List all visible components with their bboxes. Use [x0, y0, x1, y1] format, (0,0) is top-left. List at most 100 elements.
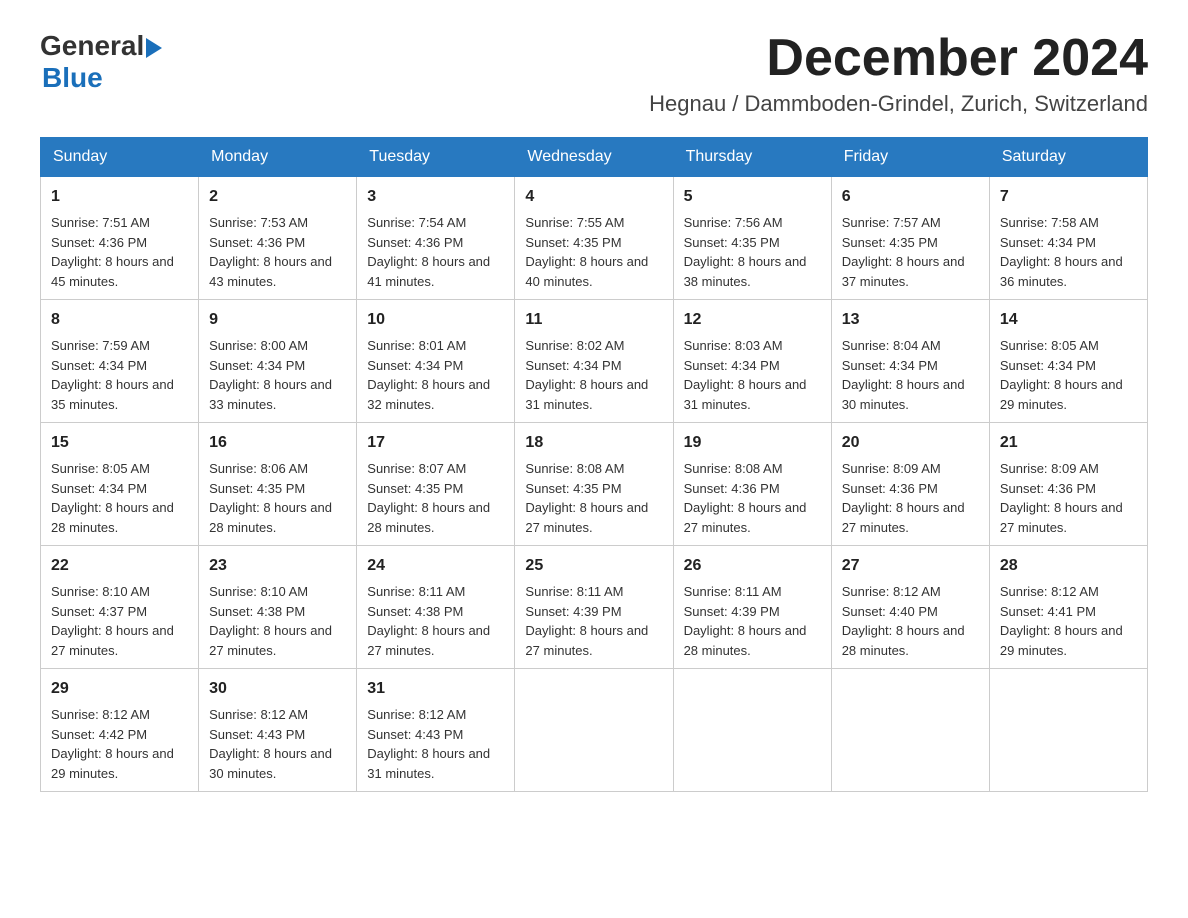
header: General Blue December 2024 Hegnau / Damm… [40, 30, 1148, 117]
logo-general-text: General [40, 30, 144, 62]
sunset-text: Sunset: 4:36 PM [51, 235, 147, 250]
day-number: 14 [1000, 308, 1137, 332]
calendar-cell: 5Sunrise: 7:56 AMSunset: 4:35 PMDaylight… [673, 177, 831, 300]
day-number: 16 [209, 431, 346, 455]
location-title: Hegnau / Dammboden-Grindel, Zurich, Swit… [649, 91, 1148, 117]
sunset-text: Sunset: 4:34 PM [525, 358, 621, 373]
sunset-text: Sunset: 4:34 PM [51, 358, 147, 373]
sunset-text: Sunset: 4:36 PM [684, 481, 780, 496]
sunrise-text: Sunrise: 8:00 AM [209, 338, 308, 353]
sunrise-text: Sunrise: 8:05 AM [51, 461, 150, 476]
calendar-cell: 26Sunrise: 8:11 AMSunset: 4:39 PMDayligh… [673, 546, 831, 669]
calendar-cell: 11 Sunrise: 8:02 AM Sunset: 4:34 PM Dayligh… [515, 300, 673, 423]
day-number: 27 [842, 554, 979, 578]
day-number: 13 [842, 308, 979, 332]
calendar-week-row: 29Sunrise: 8:12 AMSunset: 4:42 PMDayligh… [41, 669, 1148, 792]
sunset-text: Sunset: 4:36 PM [842, 481, 938, 496]
daylight-text: Daylight: 8 hours and 31 minutes. [684, 377, 807, 412]
day-number: 7 [1000, 185, 1137, 209]
day-number: 30 [209, 677, 346, 701]
daylight-text: Daylight: 8 hours and 27 minutes. [209, 623, 332, 658]
sunrise-text: Sunrise: 8:12 AM [209, 707, 308, 722]
month-title: December 2024 [649, 30, 1148, 87]
calendar-cell: 31Sunrise: 8:12 AMSunset: 4:43 PMDayligh… [357, 669, 515, 792]
daylight-text: Daylight: 8 hours and 28 minutes. [209, 500, 332, 535]
sunset-text: Sunset: 4:34 PM [209, 358, 305, 373]
daylight-text: Daylight: 8 hours and 27 minutes. [842, 500, 965, 535]
daylight-text: Daylight: 8 hours and 31 minutes. [525, 377, 648, 412]
day-number: 12 [684, 308, 821, 332]
sunset-text: Sunset: 4:35 PM [525, 481, 621, 496]
daylight-text: Daylight: 8 hours and 27 minutes. [1000, 500, 1123, 535]
calendar-cell: 12Sunrise: 8:03 AMSunset: 4:34 PMDayligh… [673, 300, 831, 423]
sunrise-text: Sunrise: 8:09 AM [1000, 461, 1099, 476]
daylight-text: Daylight: 8 hours and 30 minutes. [209, 746, 332, 781]
calendar-week-row: 1Sunrise: 7:51 AMSunset: 4:36 PMDaylight… [41, 177, 1148, 300]
day-number: 4 [525, 185, 662, 209]
calendar-cell: 30Sunrise: 8:12 AMSunset: 4:43 PMDayligh… [199, 669, 357, 792]
sunrise-text: Sunrise: 8:11 AM [367, 584, 465, 599]
day-header-wednesday: Wednesday [515, 138, 673, 177]
sunrise-text: Sunrise: 8:11 AM [684, 584, 782, 599]
daylight-text: Daylight: 8 hours and 27 minutes. [51, 623, 174, 658]
sunset-text: Sunset: 4:38 PM [367, 604, 463, 619]
daylight-text: Daylight: 8 hours and 29 minutes. [51, 746, 174, 781]
sunrise-text: Sunrise: 7:59 AM [51, 338, 150, 353]
day-number: 18 [525, 431, 662, 455]
sunrise-text: Sunrise: 7:58 AM [1000, 215, 1099, 230]
sunset-text: Sunset: 4:37 PM [51, 604, 147, 619]
sunset-text: Sunset: 4:38 PM [209, 604, 305, 619]
day-number: 28 [1000, 554, 1137, 578]
calendar-cell: 18Sunrise: 8:08 AMSunset: 4:35 PMDayligh… [515, 423, 673, 546]
calendar-cell: 9Sunrise: 8:00 AMSunset: 4:34 PMDaylight… [199, 300, 357, 423]
daylight-text: Daylight: 8 hours and 29 minutes. [1000, 377, 1123, 412]
day-number: 3 [367, 185, 504, 209]
daylight-text: Daylight: 8 hours and 30 minutes. [842, 377, 965, 412]
day-number: 1 [51, 185, 188, 209]
sunrise-text: Sunrise: 8:03 AM [684, 338, 783, 353]
calendar-cell: 24Sunrise: 8:11 AMSunset: 4:38 PMDayligh… [357, 546, 515, 669]
sunrise-text: Sunrise: 8:10 AM [51, 584, 150, 599]
sunrise-text: Sunrise: 7:55 AM [525, 215, 624, 230]
daylight-text: Daylight: 8 hours and 43 minutes. [209, 254, 332, 289]
calendar-cell: 8Sunrise: 7:59 AMSunset: 4:34 PMDaylight… [41, 300, 199, 423]
daylight-text: Daylight: 8 hours and 36 minutes. [1000, 254, 1123, 289]
day-number: 17 [367, 431, 504, 455]
sunset-text: Sunset: 4:34 PM [51, 481, 147, 496]
sunrise-text: Sunrise: 8:05 AM [1000, 338, 1099, 353]
title-area: December 2024 Hegnau / Dammboden-Grindel… [649, 30, 1148, 117]
calendar-cell: 1Sunrise: 7:51 AMSunset: 4:36 PMDaylight… [41, 177, 199, 300]
day-header-monday: Monday [199, 138, 357, 177]
sunset-text: Sunset: 4:41 PM [1000, 604, 1096, 619]
day-header-sunday: Sunday [41, 138, 199, 177]
calendar-cell: 19Sunrise: 8:08 AMSunset: 4:36 PMDayligh… [673, 423, 831, 546]
sunset-text: Sunset: 4:34 PM [842, 358, 938, 373]
day-number: 15 [51, 431, 188, 455]
calendar-table: SundayMondayTuesdayWednesdayThursdayFrid… [40, 137, 1148, 792]
calendar-cell: 6Sunrise: 7:57 AMSunset: 4:35 PMDaylight… [831, 177, 989, 300]
calendar-cell: 27Sunrise: 8:12 AMSunset: 4:40 PMDayligh… [831, 546, 989, 669]
sunset-text: Sunset: 4:35 PM [684, 235, 780, 250]
calendar-cell: 13Sunrise: 8:04 AMSunset: 4:34 PMDayligh… [831, 300, 989, 423]
calendar-cell [673, 669, 831, 792]
sunset-text: Sunset: 4:35 PM [209, 481, 305, 496]
sunrise-text: Sunrise: 8:08 AM [684, 461, 783, 476]
sunrise-text: Sunrise: 7:54 AM [367, 215, 466, 230]
calendar-cell [831, 669, 989, 792]
sunrise-text: Sunrise: 8:01 AM [367, 338, 466, 353]
sunrise-text: Sunrise: 8:09 AM [842, 461, 941, 476]
calendar-cell [989, 669, 1147, 792]
sunset-text: Sunset: 4:43 PM [367, 727, 463, 742]
day-number: 22 [51, 554, 188, 578]
calendar-cell: 29Sunrise: 8:12 AMSunset: 4:42 PMDayligh… [41, 669, 199, 792]
daylight-text: Daylight: 8 hours and 28 minutes. [842, 623, 965, 658]
day-number: 20 [842, 431, 979, 455]
day-number: 11 [525, 308, 662, 332]
sunrise-text: Sunrise: 8:10 AM [209, 584, 308, 599]
day-number: 10 [367, 308, 504, 332]
daylight-text: Daylight: 8 hours and 32 minutes. [367, 377, 490, 412]
sunrise-text: Sunrise: 8:02 AM [525, 338, 624, 353]
calendar-week-row: 15 Sunrise: 8:05 AM Sunset: 4:34 PM Dayligh… [41, 423, 1148, 546]
sunrise-text: Sunrise: 7:56 AM [684, 215, 783, 230]
daylight-text: Daylight: 8 hours and 33 minutes. [209, 377, 332, 412]
